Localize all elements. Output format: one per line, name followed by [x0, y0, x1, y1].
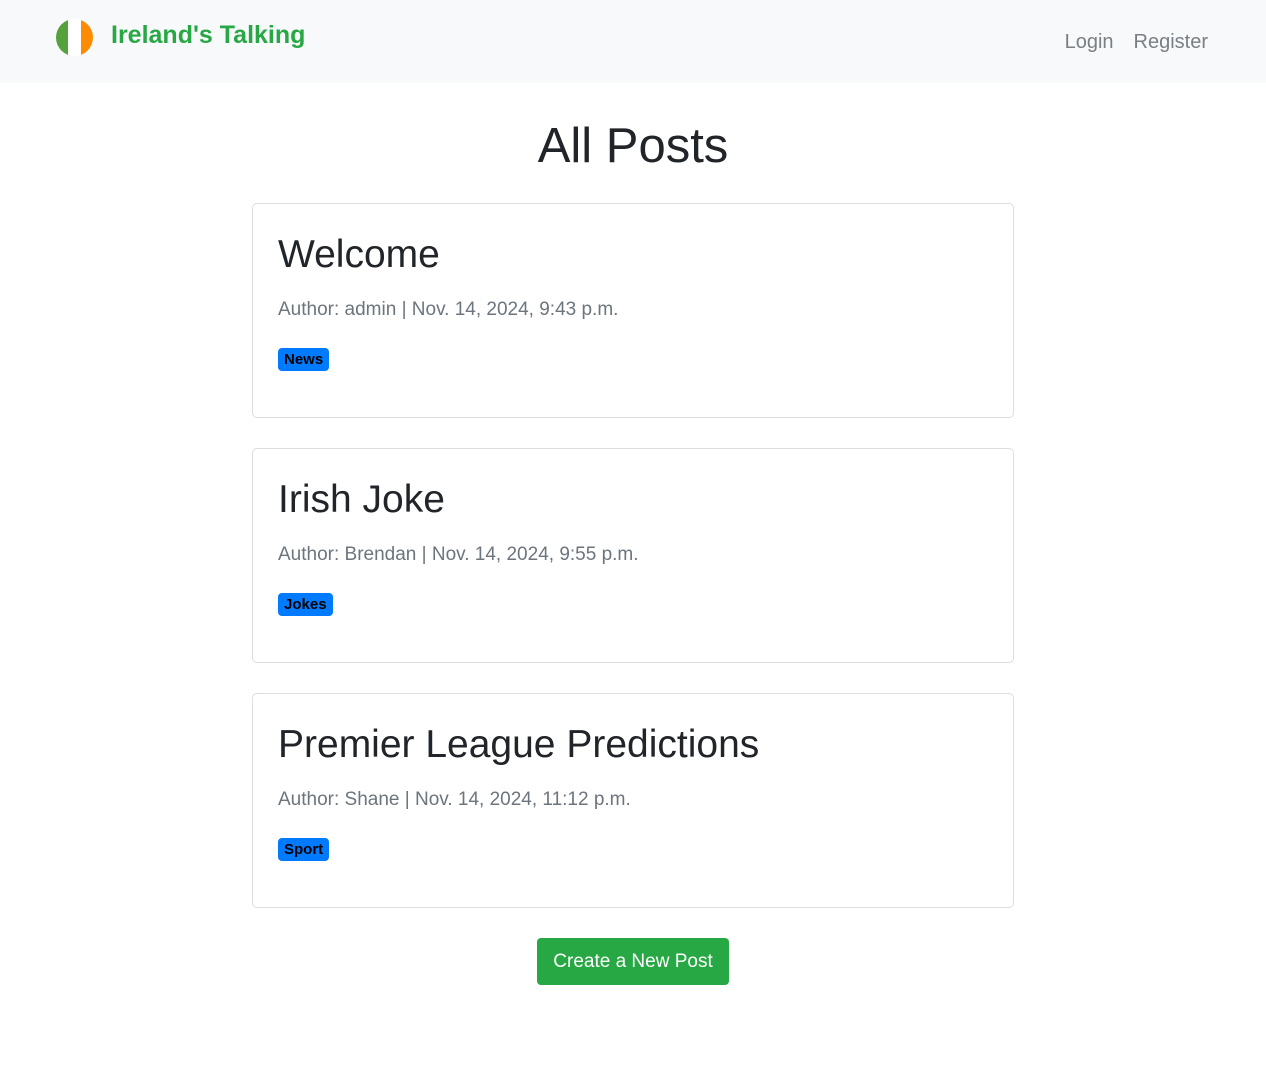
post-title[interactable]: Welcome: [278, 230, 988, 280]
post-card: Irish Joke Author: Brendan | Nov. 14, 20…: [252, 448, 1014, 663]
brand-link[interactable]: Ireland's Talking: [56, 19, 305, 56]
login-link[interactable]: Login: [1065, 31, 1114, 54]
post-meta: Author: Brendan | Nov. 14, 2024, 9:55 p.…: [278, 544, 639, 565]
actions: Create a New Post: [252, 938, 1014, 985]
post-title[interactable]: Premier League Predictions: [278, 720, 988, 770]
post-card: Welcome Author: admin | Nov. 14, 2024, 9…: [252, 203, 1014, 418]
category-badge: Jokes: [278, 593, 333, 616]
post-title[interactable]: Irish Joke: [278, 475, 988, 525]
category-badge: News: [278, 348, 330, 371]
post-meta: Author: admin | Nov. 14, 2024, 9:43 p.m.: [278, 299, 619, 320]
irish-flag-icon: [56, 19, 93, 56]
post-list: Welcome Author: admin | Nov. 14, 2024, 9…: [252, 203, 1014, 985]
post-card: Premier League Predictions Author: Shane…: [252, 693, 1014, 908]
post-meta: Author: Shane | Nov. 14, 2024, 11:12 p.m…: [278, 789, 631, 810]
category-badge: Sport: [278, 838, 330, 861]
navbar: Ireland's Talking Login Register: [0, 0, 1266, 83]
page-title: All Posts: [537, 119, 729, 173]
nav-links: Login Register: [1065, 31, 1208, 54]
create-post-button[interactable]: Create a New Post: [537, 938, 729, 985]
register-link[interactable]: Register: [1134, 31, 1208, 54]
brand-title: Ireland's Talking: [111, 21, 306, 49]
